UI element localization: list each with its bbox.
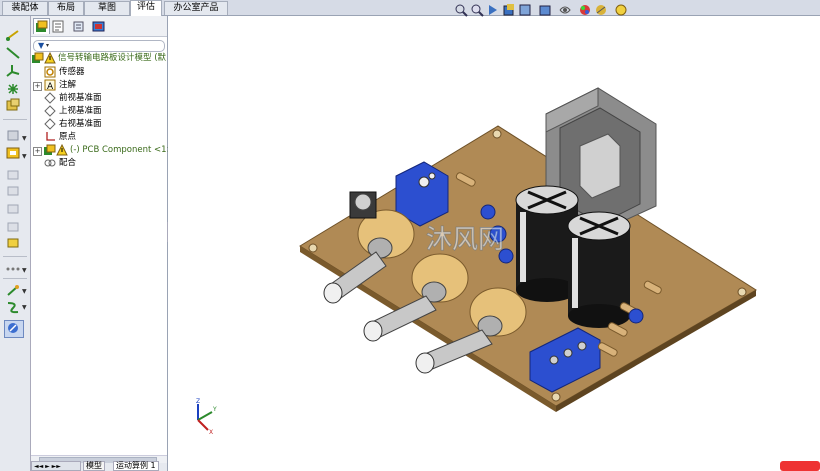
warning-icon [44,52,56,64]
tab-evaluate[interactable]: 评估 [130,0,162,16]
realview-icon[interactable] [614,3,628,17]
mate-icon[interactable] [5,146,21,160]
mates-icon [44,157,56,169]
triad-x-label: X [209,429,213,436]
line-icon[interactable] [5,46,21,60]
bottom-tab-bar: ◄◄ ► ►► 模型 运动算例 1 [31,461,167,471]
panel-tabs [31,16,167,37]
chevron-down-icon[interactable]: ▼ [22,268,28,274]
appearance-icon[interactable] [578,3,592,17]
capacitor-right [567,211,631,328]
featuremanager-panel: ▼ ▾ 信号转输电路板设计模型 (默 传感器 + A 注解 前视基准面 上视基准… [31,16,188,471]
plane-icon [44,118,56,130]
plane-icon [44,92,56,104]
reference-geometry-icon[interactable] [5,300,21,314]
linear-pattern-icon[interactable] [5,262,21,276]
expand-icon[interactable]: + [33,147,42,156]
featuremanager-tab-icon[interactable] [33,18,50,34]
zoom-to-fit-icon[interactable] [454,3,468,17]
chevron-down-icon[interactable]: ▼ [22,289,28,295]
move-component-icon[interactable] [5,168,21,182]
chevron-down-icon[interactable]: ▼ [22,154,28,160]
reference-triad: Z Y X [186,396,226,436]
rotate-component-icon[interactable] [5,184,21,198]
triad-z-label: Z [196,398,200,405]
component-icon [44,144,56,156]
tab-assembly[interactable]: 装配体 [2,1,48,15]
filter-icon: ▼ [38,41,45,50]
corner-badge [780,461,820,471]
assembly-icon [32,52,44,64]
pcb-assembly-model[interactable]: 沐风网 [168,16,820,471]
part-icon[interactable] [5,98,21,112]
motion-study-icon[interactable] [4,320,24,338]
view-orientation-icon[interactable] [518,3,532,17]
warning-icon [56,144,68,156]
section-view-icon[interactable] [502,3,516,17]
tree-filter[interactable]: ▼ ▾ [33,40,165,52]
tab-sketch[interactable]: 草图 [84,1,130,15]
plane-icon [44,105,56,117]
tab-layout[interactable]: 布局 [48,1,84,15]
chevron-down-icon[interactable]: ▼ [22,136,28,142]
configurationmanager-tab-icon[interactable] [71,19,86,34]
explode-view-icon[interactable] [5,220,21,234]
command-manager-tabs: 装配体 布局 草图 评估 办公室产品 [0,0,820,16]
chevron-down-icon: ▾ [46,42,50,49]
triad-y-label: Y [212,406,217,413]
svg-text:A: A [47,82,54,91]
left-toolbar: ▼ ▼ ▼ ▼ ▼ [0,16,31,471]
origin-icon [44,131,56,143]
expand-icon[interactable]: + [33,82,42,91]
previous-view-icon[interactable] [486,3,500,17]
smart-fasteners-icon[interactable] [5,202,21,216]
tab-office-products[interactable]: 办公室产品 [164,1,228,15]
hide-show-icon[interactable] [558,3,572,17]
zoom-area-icon[interactable] [470,3,484,17]
sketch-entity-icon[interactable] [5,28,21,42]
tab-model[interactable]: 模型 [83,461,105,471]
scene-icon[interactable] [594,3,608,17]
chevron-down-icon[interactable]: ▼ [22,305,28,311]
scroll-arrows-icon[interactable]: ◄◄ ► ►► [34,463,61,470]
graphics-viewport[interactable]: 沐风网 Z Y X [168,4,820,471]
interference-icon[interactable] [5,236,21,250]
annotation-icon: A [44,79,56,91]
displaymanager-tab-icon[interactable] [91,19,106,34]
propertymanager-tab-icon[interactable] [51,19,66,34]
tab-motion-study[interactable]: 运动算例 1 [113,461,159,471]
tab-scroll-arrows[interactable]: ◄◄ ► ►► [31,461,81,471]
assembly-features-icon[interactable] [5,284,21,298]
point-icon[interactable] [5,82,21,96]
watermark-text: 沐风网 [426,225,504,255]
sensor-icon [44,66,56,78]
insert-component-icon[interactable] [5,128,21,142]
reference-axis-icon[interactable] [5,64,21,78]
display-style-icon[interactable] [538,3,552,17]
